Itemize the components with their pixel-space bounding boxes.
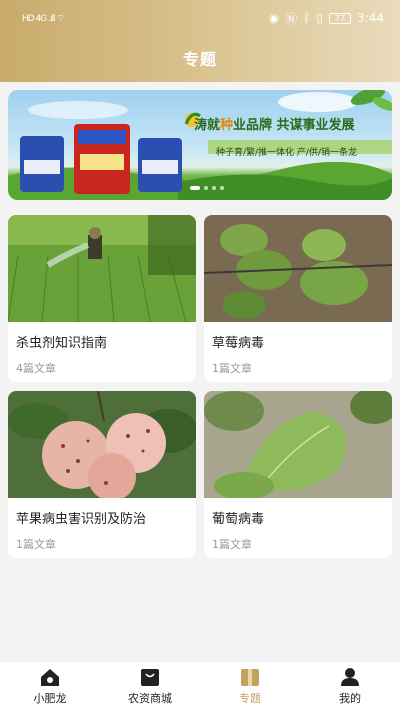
topic-book-icon xyxy=(241,669,259,686)
shopping-bag-icon xyxy=(141,669,159,686)
card-title: 杀虫剂知识指南 xyxy=(16,336,108,351)
signal-icons: HD 4G .ıll ⌔ xyxy=(22,13,65,24)
nav-item-profile[interactable]: 我的 xyxy=(300,662,400,711)
grape-leaf-photo xyxy=(204,391,392,498)
nfc-icon: Ⓝ xyxy=(285,11,298,26)
carousel-dot[interactable] xyxy=(220,186,224,190)
status-left: HD 4G .ıll ⌔ xyxy=(22,13,65,24)
page-title: 专题 xyxy=(182,50,217,69)
promo-banner[interactable]: 涛就种业品牌 共谋事业发展 种子育/繁/推一体化 产/供/销一条龙 xyxy=(8,90,392,200)
topic-card-insecticide[interactable]: 杀虫剂知识指南 4篇文章 xyxy=(8,215,196,382)
status-right: ◉ Ⓝ ᛒ ▯ 77 3:44 xyxy=(269,10,384,27)
nav-item-mall[interactable]: 农资商城 xyxy=(100,662,200,711)
carousel-dot-active[interactable] xyxy=(190,186,200,190)
card-article-count: 1篇文章 xyxy=(16,538,56,551)
card-article-count: 4篇文章 xyxy=(16,362,56,375)
rice-field-photo xyxy=(8,215,196,322)
carousel-dot[interactable] xyxy=(212,186,216,190)
home-icon xyxy=(41,669,59,686)
topic-card-apple-pest[interactable]: 苹果病虫害识别及防治 1篇文章 xyxy=(8,391,196,558)
card-title: 苹果病虫害识别及防治 xyxy=(16,512,147,527)
slogan-brand: 涛就 xyxy=(194,118,221,133)
topic-card-strawberry-virus[interactable]: 草莓病毒 1篇文章 xyxy=(204,215,392,382)
card-article-count: 1篇文章 xyxy=(212,538,252,551)
header: HD 4G .ıll ⌔ ◉ Ⓝ ᛒ ▯ 77 3:44 专题 xyxy=(0,0,400,82)
apple-disease-photo xyxy=(8,391,196,498)
nav-label: 小肥龙 xyxy=(33,692,67,705)
user-icon xyxy=(341,668,359,686)
banner-slogan: 涛就种业品牌 共谋事业发展 xyxy=(194,114,355,133)
nav-item-home[interactable]: 小肥龙 xyxy=(0,662,100,711)
bottom-nav: 小肥龙 农资商城 专题 我的 xyxy=(0,661,400,711)
banner-tagline: 种子育/繁/推一体化 产/供/销一条龙 xyxy=(216,148,357,158)
vibrate-icon: ▯ xyxy=(316,11,324,25)
topic-card-grape-virus[interactable]: 葡萄病毒 1篇文章 xyxy=(204,391,392,558)
strawberry-leaf-photo xyxy=(204,215,392,322)
eye-icon: ◉ xyxy=(268,11,280,25)
nav-label: 专题 xyxy=(239,692,261,705)
card-article-count: 1篇文章 xyxy=(212,362,252,375)
nav-label: 农资商城 xyxy=(128,692,172,705)
card-title: 草莓病毒 xyxy=(212,336,265,351)
nav-label: 我的 xyxy=(339,692,361,705)
card-title: 葡萄病毒 xyxy=(212,512,265,527)
carousel-indicator xyxy=(190,186,224,190)
battery-icon: 77 xyxy=(329,12,352,24)
slogan-rest: 业品牌 共谋事业发展 xyxy=(233,118,355,133)
status-bar: HD 4G .ıll ⌔ ◉ Ⓝ ᛒ ▯ 77 3:44 xyxy=(0,0,400,36)
clock: 3:44 xyxy=(357,11,384,25)
nav-item-topics[interactable]: 专题 xyxy=(200,662,300,711)
carousel-dot[interactable] xyxy=(204,186,208,190)
slogan-highlight: 种 xyxy=(220,118,234,133)
bluetooth-icon: ᛒ xyxy=(303,11,311,25)
